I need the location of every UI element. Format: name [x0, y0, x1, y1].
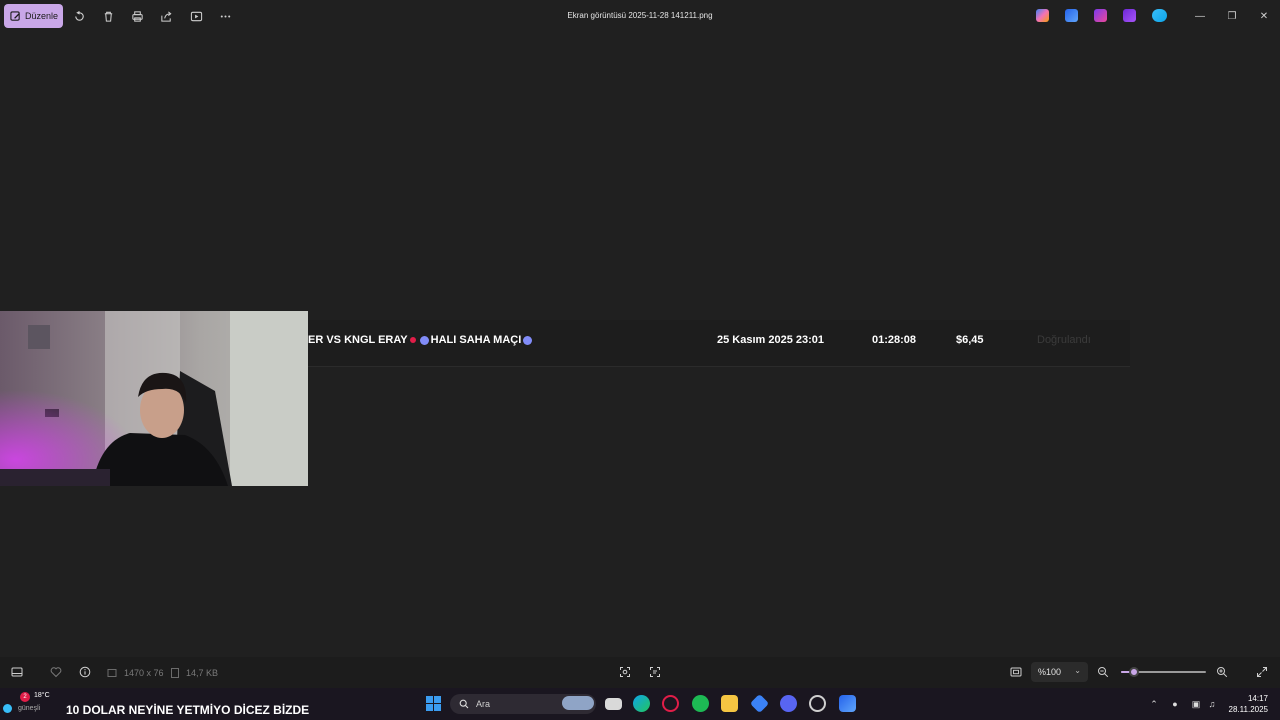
photo-viewer-window: Düzenle Ekran görüntüsü 2025-11-28 14121… — [0, 0, 1280, 688]
weather-condition: güneşli — [18, 705, 41, 712]
zoom-slider-thumb[interactable] — [1128, 667, 1139, 677]
paint-icon[interactable] — [1065, 9, 1078, 22]
fit-to-window-icon[interactable] — [1009, 665, 1023, 679]
weather-badge: 2 — [20, 692, 30, 702]
stream-duration: 01:28:08 — [872, 334, 917, 346]
file-size: 14,7 KB — [186, 668, 219, 678]
file-size-icon — [168, 666, 182, 680]
discord-icon[interactable] — [780, 695, 797, 712]
network-icon[interactable]: ▣ — [1190, 698, 1202, 710]
copilot-icon[interactable] — [1036, 9, 1049, 22]
zoom-level-dropdown[interactable]: %100 ⌄ — [1031, 662, 1088, 682]
restore-icon[interactable]: ❐ — [1224, 8, 1240, 24]
info-icon[interactable] — [78, 665, 92, 679]
clock-time: 14:17 — [1247, 694, 1268, 703]
volume-icon[interactable]: ♫ — [1206, 698, 1218, 710]
file-explorer-icon[interactable] — [721, 695, 738, 712]
chevron-down-icon: ⌄ — [1074, 666, 1081, 675]
stream-date: 25 Kasım 2025 23:01 — [717, 334, 825, 346]
close-icon[interactable]: ✕ — [1256, 8, 1272, 24]
filmstrip-icon[interactable] — [10, 665, 24, 679]
search-highlight-icon — [562, 696, 594, 710]
fullscreen-icon[interactable] — [1255, 665, 1269, 679]
image-dimensions: 1470 x 76 — [124, 668, 164, 678]
webcam-picture — [0, 311, 308, 486]
stream-title: ER VS KNGL ERAY HALI SAHA MAÇI — [308, 334, 534, 346]
webcam-overlay — [0, 311, 308, 486]
task-view-icon[interactable] — [605, 698, 622, 710]
favorite-icon[interactable] — [49, 665, 63, 679]
top-toolbar: Düzenle Ekran görüntüsü 2025-11-28 14121… — [0, 0, 1280, 32]
clock-date: 28.11.2025 — [1228, 705, 1268, 714]
search-placeholder: Ara — [476, 699, 491, 709]
dimensions-icon — [105, 666, 119, 680]
onedrive-icon[interactable] — [1152, 9, 1167, 22]
edge-icon[interactable] — [633, 695, 650, 712]
zoom-out-icon[interactable] — [1096, 665, 1110, 679]
weather-icon[interactable] — [3, 704, 12, 713]
window-title: Ekran görüntüsü 2025-11-28 141211.png — [567, 11, 713, 20]
weather-temperature[interactable]: 18°C — [34, 692, 50, 699]
visual-search-icon[interactable] — [618, 665, 632, 679]
microphone-icon[interactable]: ● — [1169, 698, 1181, 710]
ball-emoji-icon-2 — [523, 335, 533, 345]
system-clock[interactable]: 14:17 28.11.2025 — [1222, 693, 1268, 715]
stream-status: Doğrulandı — [1037, 334, 1091, 346]
steam-icon[interactable] — [809, 695, 826, 712]
zoom-level-value: %100 — [1038, 667, 1062, 677]
start-icon[interactable] — [426, 696, 441, 711]
overlay-message: 10 DOLAR NEYİNE YETMİYO DİCEZ BİZDE — [66, 703, 310, 717]
designer-icon[interactable] — [1094, 9, 1107, 22]
zoom-in-icon[interactable] — [1215, 665, 1229, 679]
paint-taskbar-icon[interactable] — [839, 695, 856, 712]
chevron-up-icon[interactable]: ⌃ — [1148, 698, 1160, 710]
stream-title-text: ER VS KNGL ERAY — [308, 334, 408, 346]
red-emoji-icon — [409, 337, 416, 344]
minimize-icon[interactable]: — — [1192, 8, 1208, 24]
stream-amount: $6,45 — [956, 334, 984, 346]
search-icon — [459, 699, 469, 709]
clipchamp-icon[interactable] — [1123, 9, 1136, 22]
stream-subtitle-text: HALI SAHA MAÇI — [430, 334, 522, 346]
spotify-icon[interactable] — [692, 695, 709, 712]
opera-icon[interactable] — [662, 695, 679, 712]
text-scan-icon[interactable] — [648, 665, 662, 679]
ball-emoji-icon — [419, 335, 429, 345]
